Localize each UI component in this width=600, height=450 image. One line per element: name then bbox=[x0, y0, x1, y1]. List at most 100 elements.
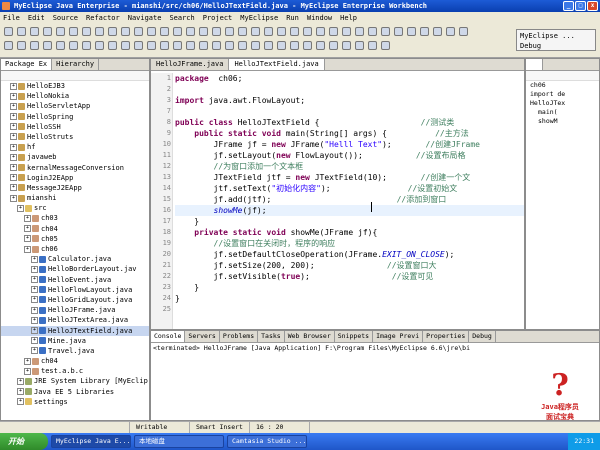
expand-toggle-icon[interactable]: + bbox=[10, 92, 17, 100]
toolbar-button-icon[interactable] bbox=[69, 27, 78, 36]
toolbar-button-icon[interactable] bbox=[160, 41, 169, 50]
menu-window[interactable]: Window bbox=[307, 12, 332, 24]
toolbar-button-icon[interactable] bbox=[381, 27, 390, 36]
expand-toggle-icon[interactable]: + bbox=[17, 398, 24, 406]
taskbar-item[interactable]: Camtasia Studio ... bbox=[227, 435, 307, 448]
toolbar-button-icon[interactable] bbox=[225, 41, 234, 50]
toolbar-button-icon[interactable] bbox=[329, 27, 338, 36]
toolbar-button-icon[interactable] bbox=[82, 27, 91, 36]
code-line[interactable]: 20 jf.setDefaultCloseOperation(JFrame.EX… bbox=[163, 249, 524, 260]
menu-help[interactable]: Help bbox=[340, 12, 357, 24]
tree-item[interactable]: + HelloStruts bbox=[1, 132, 149, 142]
toolbar-button-icon[interactable] bbox=[420, 27, 429, 36]
menu-search[interactable]: Search bbox=[169, 12, 194, 24]
tree-item[interactable]: + ch04 bbox=[1, 356, 149, 366]
toolbar-button-icon[interactable] bbox=[264, 27, 273, 36]
tree-item[interactable]: + Travel.java bbox=[1, 346, 149, 356]
code-line[interactable]: 15 jf.add(jtf); //添加到窗口 bbox=[163, 194, 524, 205]
tree-item[interactable]: + kernalMessageConversion bbox=[1, 163, 149, 173]
toolbar-button-icon[interactable] bbox=[303, 41, 312, 50]
expand-toggle-icon[interactable]: + bbox=[10, 143, 17, 151]
toolbar-button-icon[interactable] bbox=[394, 27, 403, 36]
console-tab-console[interactable]: Console bbox=[151, 331, 186, 342]
toolbar-button-icon[interactable] bbox=[30, 41, 39, 50]
menu-run[interactable]: Run bbox=[286, 12, 299, 24]
code-line[interactable]: 2 bbox=[167, 84, 524, 95]
code-editor[interactable]: HelloJFrame.java HelloJTextField.java 1 pa… bbox=[150, 58, 525, 330]
toolbar-button-icon[interactable] bbox=[225, 27, 234, 36]
toolbar-button-icon[interactable] bbox=[329, 41, 338, 50]
code-line[interactable]: 19 //设置窗口在关闭时，程序的响应 bbox=[163, 238, 524, 249]
expand-toggle-icon[interactable]: + bbox=[31, 276, 38, 284]
perspective-debug[interactable]: Debug bbox=[520, 41, 592, 51]
tree-item[interactable]: + HelloNokia bbox=[1, 91, 149, 101]
expand-toggle-icon[interactable]: + bbox=[31, 327, 38, 334]
toolbar-button-icon[interactable] bbox=[108, 41, 117, 50]
expand-toggle-icon[interactable]: + bbox=[10, 82, 17, 90]
view-tab-package-ex[interactable]: Package Ex bbox=[1, 59, 53, 70]
outline-item[interactable]: import de bbox=[526, 90, 599, 99]
menu-project[interactable]: Project bbox=[203, 12, 233, 24]
outline-item[interactable]: main( bbox=[526, 108, 599, 117]
toolbar-button-icon[interactable] bbox=[4, 41, 13, 50]
tree-item[interactable]: + HelloServletApp bbox=[1, 101, 149, 111]
toolbar-button-icon[interactable] bbox=[355, 41, 364, 50]
code-line[interactable]: 25 bbox=[163, 304, 524, 315]
code-line[interactable]: 14 jtf.setText("初始化内容"); //设置初始文 bbox=[163, 183, 524, 194]
tree-item[interactable]: + HelloSSH bbox=[1, 122, 149, 132]
toolbar-button-icon[interactable] bbox=[56, 41, 65, 50]
console-tab-debug[interactable]: Debug bbox=[469, 331, 496, 342]
editor-tab-0[interactable]: HelloJFrame.java bbox=[151, 59, 230, 70]
tree-item[interactable]: + Mine.java bbox=[1, 336, 149, 346]
expand-toggle-icon[interactable]: + bbox=[24, 235, 31, 243]
toolbar-button-icon[interactable] bbox=[69, 41, 78, 50]
console-tab-servers[interactable]: Servers bbox=[185, 331, 220, 342]
editor-tab-1[interactable]: HelloJTextField.java bbox=[229, 59, 325, 70]
toolbar-button-icon[interactable] bbox=[147, 27, 156, 36]
tree-item[interactable]: + HelloJFrame.java bbox=[1, 305, 149, 315]
toolbar-button-icon[interactable] bbox=[17, 41, 26, 50]
tree-item[interactable]: + HelloBorderLayout.jav bbox=[1, 264, 149, 274]
toolbar-button-icon[interactable] bbox=[173, 41, 182, 50]
expand-toggle-icon[interactable]: + bbox=[31, 347, 38, 355]
toolbar-button-icon[interactable] bbox=[199, 41, 208, 50]
tree-item[interactable]: + settings bbox=[1, 397, 149, 407]
tree-item[interactable]: + LoginJ2EApp bbox=[1, 173, 149, 183]
toolbar-button-icon[interactable] bbox=[368, 41, 377, 50]
expand-toggle-icon[interactable]: + bbox=[31, 306, 38, 314]
expand-toggle-icon[interactable]: + bbox=[24, 357, 31, 365]
console-tab-snippets[interactable]: Snippets bbox=[335, 331, 374, 342]
maximize-button[interactable]: □ bbox=[575, 1, 586, 11]
toolbar-button-icon[interactable] bbox=[238, 41, 247, 50]
tree-item[interactable]: + HelloEJB3 bbox=[1, 81, 149, 91]
menu-refactor[interactable]: Refactor bbox=[86, 12, 120, 24]
tree-item[interactable]: + Java EE 5 Libraries bbox=[1, 387, 149, 397]
tree-item[interactable]: + test.a.b.c bbox=[1, 366, 149, 376]
expand-toggle-icon[interactable]: + bbox=[31, 316, 38, 324]
code-line[interactable]: 22 jf.setVisible(true); //设置可见 bbox=[163, 271, 524, 282]
tree-item[interactable]: + ch05 bbox=[1, 234, 149, 244]
console-tab-problems[interactable]: Problems bbox=[220, 331, 259, 342]
toolbar-button-icon[interactable] bbox=[290, 41, 299, 50]
toolbar-button-icon[interactable] bbox=[251, 41, 260, 50]
expand-toggle-icon[interactable]: + bbox=[10, 133, 17, 141]
minimize-button[interactable]: _ bbox=[563, 1, 574, 11]
toolbar-button-icon[interactable] bbox=[316, 27, 325, 36]
outline-item[interactable]: showM bbox=[526, 117, 599, 126]
expand-toggle-icon[interactable]: + bbox=[24, 225, 31, 233]
toolbar-button-icon[interactable] bbox=[277, 27, 286, 36]
expand-toggle-icon[interactable]: + bbox=[10, 153, 17, 161]
expand-toggle-icon[interactable]: + bbox=[31, 265, 38, 273]
expand-toggle-icon[interactable]: + bbox=[17, 388, 24, 396]
tree-item[interactable]: + ch03 bbox=[1, 213, 149, 223]
code-line[interactable]: 7 bbox=[167, 106, 524, 117]
start-button[interactable]: 开始 bbox=[0, 433, 48, 450]
outline-tab[interactable] bbox=[526, 59, 544, 70]
tree-item[interactable]: + mianshi bbox=[1, 193, 149, 203]
toolbar-button-icon[interactable] bbox=[160, 27, 169, 36]
toolbar-button-icon[interactable] bbox=[30, 27, 39, 36]
toolbar-button-icon[interactable] bbox=[251, 27, 260, 36]
toolbar-button-icon[interactable] bbox=[17, 27, 26, 36]
menu-edit[interactable]: Edit bbox=[28, 12, 45, 24]
code-line[interactable]: 3 import java.awt.FlowLayout; bbox=[167, 95, 524, 106]
